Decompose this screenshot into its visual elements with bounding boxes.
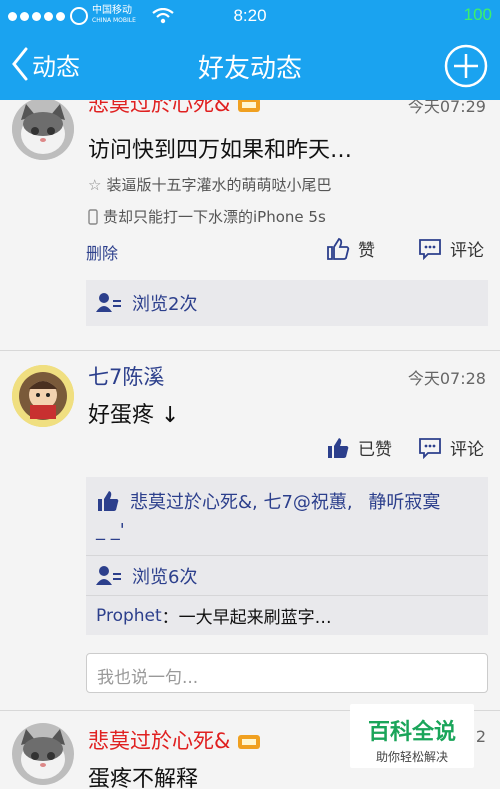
- watermark-main: 百科全说: [367, 720, 456, 745]
- views-row: 浏览2次: [96, 290, 478, 316]
- likers-more: 静听寂寞: [368, 492, 441, 513]
- post-2: 七7陈溪 今天07:28 好蛋疼 ↓ 已赞 评论 悲莫过於心死&, 七7@祝蕙,…: [0, 351, 500, 709]
- liked-button[interactable]: 已赞: [326, 435, 392, 460]
- thumbs-up-icon: [328, 437, 349, 458]
- post-time: 2: [475, 727, 486, 746]
- post-time: 今天07:29: [407, 100, 486, 116]
- post-author[interactable]: 悲莫过於心死&: [88, 100, 261, 118]
- phone-icon: [88, 208, 98, 225]
- vip-badge-icon: [238, 735, 261, 749]
- top-bar: 中国移动 CHINA MOBILE 8:20 100 动态 好友动态: [0, 0, 500, 100]
- battery-level: 100: [463, 5, 492, 24]
- tagline-text: 装逼版十五字灌水的萌萌哒小尾巴: [106, 176, 332, 194]
- avatar[interactable]: [12, 723, 74, 785]
- thumbs-up-icon: [327, 237, 350, 260]
- liked-label: 已赞: [358, 440, 392, 460]
- watermark-logo: 百科全说 助你轻松解决: [350, 704, 474, 768]
- users-icon: [96, 293, 121, 312]
- avatar[interactable]: [12, 100, 74, 160]
- post-1: 悲莫过於心死& 今天07:29 访问快到四万如果和昨天… ☆ 装逼版十五字灌水的…: [0, 100, 500, 346]
- nav-bar: 动态 好友动态: [0, 34, 500, 100]
- like-button[interactable]: 赞: [326, 236, 375, 261]
- comment-bubble-icon: [419, 238, 441, 260]
- interaction-panel: 悲莫过於心死&, 七7@祝蕙, 静听寂寞 _ _' 浏览6次 Prophet ：一…: [86, 477, 488, 635]
- vip-badge-icon: [238, 100, 261, 112]
- comment-button[interactable]: 评论: [418, 435, 484, 460]
- watermark-sub: 助你轻松解决: [375, 750, 448, 764]
- views-panel: 浏览2次: [86, 280, 488, 326]
- status-bar: 中国移动 CHINA MOBILE 8:20 100: [0, 0, 500, 34]
- author-name: 悲莫过於心死&: [88, 729, 231, 753]
- post-content-text: 好蛋疼: [88, 403, 155, 428]
- views-count: 浏览6次: [132, 567, 198, 588]
- feed[interactable]: 悲莫过於心死& 今天07:29 访问快到四万如果和昨天… ☆ 装逼版十五字灌水的…: [0, 100, 500, 789]
- post-author[interactable]: 七7陈溪: [88, 361, 164, 391]
- comment-text: ：一大早起来刷蓝字…: [161, 608, 332, 628]
- comment-label: 评论: [450, 440, 484, 460]
- plus-circle-icon[interactable]: [444, 44, 488, 88]
- likers-row[interactable]: 悲莫过於心死&, 七7@祝蕙, 静听寂寞 _ _': [96, 489, 478, 545]
- comment-row[interactable]: Prophet ：一大早起来刷蓝字…: [96, 603, 478, 629]
- comment-label: 评论: [450, 241, 484, 261]
- page-title: 好友动态: [197, 54, 302, 84]
- users-icon: [96, 566, 121, 585]
- comment-bubble-icon: [419, 437, 441, 459]
- post-tagline: ☆ 装逼版十五字灌水的萌萌哒小尾巴: [88, 174, 331, 195]
- likers-line2: _ _': [96, 520, 125, 541]
- panel-divider: [86, 555, 488, 556]
- comment-button[interactable]: 评论: [418, 236, 484, 261]
- post-content[interactable]: 好蛋疼 ↓: [88, 397, 179, 429]
- like-label: 赞: [358, 241, 375, 261]
- device-text: 贵却只能打一下水漂的iPhone 5s: [103, 208, 326, 226]
- delete-button[interactable]: 删除: [86, 240, 118, 264]
- post-device: 贵却只能打一下水漂的iPhone 5s: [88, 206, 326, 227]
- star-icon: ☆: [88, 175, 102, 194]
- likers-list: 悲莫过於心死&, 七7@祝蕙,: [130, 492, 353, 513]
- clock: 8:20: [233, 6, 267, 25]
- comment-author[interactable]: Prophet: [96, 606, 162, 626]
- views-row: 浏览6次: [96, 563, 478, 589]
- arrow-down-icon: ↓: [161, 403, 180, 428]
- post-time: 今天07:28: [407, 369, 486, 388]
- comment-input[interactable]: 我也说一句...: [86, 653, 488, 693]
- post-content[interactable]: 访问快到四万如果和昨天…: [88, 132, 352, 164]
- views-count: 浏览2次: [132, 294, 198, 315]
- author-name: 悲莫过於心死&: [88, 100, 231, 116]
- post-content[interactable]: 蛋疼不解释: [88, 761, 198, 789]
- post-author[interactable]: 悲莫过於心死&: [88, 725, 261, 755]
- panel-divider: [86, 595, 488, 596]
- thumbs-up-icon: [98, 491, 119, 511]
- avatar[interactable]: [12, 365, 74, 427]
